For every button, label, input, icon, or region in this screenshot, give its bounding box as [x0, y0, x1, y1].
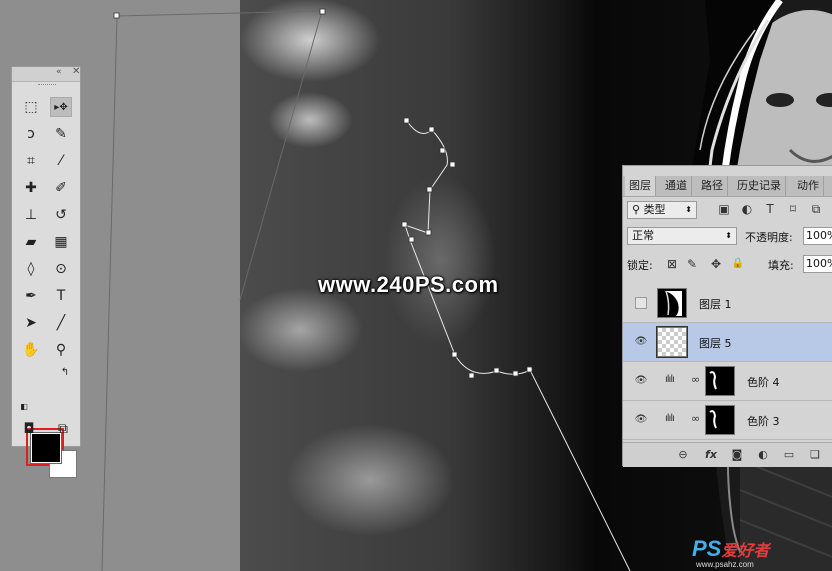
dropdown-arrow-icon: ⬍	[725, 231, 732, 240]
levels-adjustment-icon: ılılı	[665, 374, 675, 385]
blend-row: 正常 ⬍ 不透明度: 100%	[623, 224, 832, 250]
lock-all-icon[interactable]: 🔒	[731, 257, 745, 271]
quick-mask-icon[interactable]: ◘	[18, 419, 40, 439]
layer-mask-thumbnail[interactable]	[705, 405, 735, 435]
logo-cn: 爱好者	[721, 543, 770, 560]
visibility-off-box[interactable]	[635, 297, 647, 309]
pen-tool-icon[interactable]: ✒	[20, 286, 42, 306]
lock-label: 锁定:	[627, 259, 653, 272]
adjustment-filter-icon[interactable]: ◐	[740, 202, 754, 216]
hand-tool-icon[interactable]: ✋	[20, 340, 42, 360]
type-filter-icon[interactable]: T	[763, 202, 777, 216]
collapse-icon[interactable]: «	[56, 67, 62, 77]
levels-adjustment-icon: ılılı	[665, 413, 675, 424]
opacity-label: 不透明度:	[745, 231, 793, 244]
mask-link-icon[interactable]: ∞	[691, 373, 700, 386]
type-tool-icon[interactable]: T	[50, 286, 72, 306]
adjustment-layer-icon[interactable]: ◐	[755, 447, 771, 463]
fill-input[interactable]: 100%	[803, 255, 832, 273]
logo-ps: PS	[692, 536, 722, 561]
tab-paths[interactable]: 路径	[697, 176, 728, 196]
panel-grip[interactable]	[38, 84, 56, 87]
layer-name[interactable]: 色阶 3	[747, 413, 780, 429]
layers-bottom-bar: ⊖ fx ◙ ◐ ▭ ❏	[623, 442, 832, 467]
layer-name[interactable]: 色阶 4	[747, 374, 780, 390]
mask-link-icon[interactable]: ∞	[691, 412, 700, 425]
layer-mask-thumbnail[interactable]	[705, 366, 735, 396]
eyedropper-tool-icon[interactable]: ⁄	[50, 151, 72, 171]
panel-tabs: 图层 通道 路径 历史记录 动作	[623, 176, 832, 197]
tab-channels[interactable]: 通道	[661, 176, 692, 196]
dodge-tool-icon[interactable]: ⊙	[50, 259, 72, 279]
layer-name[interactable]: 图层 1	[699, 296, 732, 312]
filter-row: ⚲ 类型 ⬍ ▣ ◐ T ⌑ ⧉	[623, 198, 832, 224]
brush-tool-icon[interactable]: ✐	[50, 178, 72, 198]
smart-object-filter-icon[interactable]: ⧉	[809, 202, 823, 216]
shape-filter-icon[interactable]: ⌑	[786, 202, 800, 216]
image-filter-icon[interactable]: ▣	[717, 202, 731, 216]
filter-type-label: 类型	[643, 203, 666, 216]
tab-actions[interactable]: 动作	[793, 176, 824, 196]
tab-layers[interactable]: 图层	[625, 176, 656, 196]
lasso-tool-icon[interactable]: ↄ	[20, 124, 42, 144]
swap-colors-icon[interactable]: ↰	[54, 363, 76, 383]
new-layer-icon[interactable]: ❏	[807, 447, 823, 463]
add-mask-icon[interactable]: ◙	[729, 447, 745, 463]
new-group-icon[interactable]: ▭	[781, 447, 797, 463]
lock-transparent-icon[interactable]: ⊠	[665, 257, 679, 271]
lock-position-icon[interactable]: ✥	[709, 257, 723, 271]
ps-enthusiast-logo: PS爱好者 www.psahz.com	[692, 536, 770, 569]
layer-row[interactable]: 👁 ılılı ∞ 色阶 3	[623, 401, 832, 440]
screen-mode-icon[interactable]: ⧉	[52, 419, 74, 439]
layer-row[interactable]: 👁 ılılı ∞ 色阶 4	[623, 362, 832, 401]
tab-history[interactable]: 历史记录	[733, 176, 786, 196]
gradient-tool-icon[interactable]: ▦	[50, 232, 72, 252]
logo-url: www.psahz.com	[696, 560, 754, 569]
layer-row[interactable]: 图层 1	[623, 284, 832, 323]
crop-tool-icon[interactable]: ⌗	[20, 151, 42, 171]
path-selection-tool-icon[interactable]: ➤	[20, 313, 42, 333]
layer-thumbnail[interactable]	[657, 288, 687, 318]
layer-name[interactable]: 图层 5	[699, 335, 732, 351]
layer-style-icon[interactable]: fx	[703, 447, 719, 463]
lock-row: 锁定: ⊠ ✎ ✥ 🔒 填充: 100%	[623, 252, 832, 278]
dropdown-arrow-icon: ⬍	[685, 205, 692, 214]
layer-thumbnail[interactable]	[656, 326, 688, 358]
blend-mode-dropdown[interactable]: 正常 ⬍	[627, 227, 737, 245]
blend-mode-value: 正常	[632, 229, 654, 242]
line-tool-icon[interactable]: ╱	[50, 313, 72, 333]
tools-panel: « ✕ ⬚ ▸✥ ↄ ✎ ⌗ ⁄ ✚ ✐ ⊥ ↺ ▰ ▦ ◊ ⊙ ✒ T ➤ ╱ ✋ ⚲ ↰ ◧ ◘ ⧉	[11, 66, 81, 478]
eye-icon[interactable]: 👁	[633, 373, 649, 389]
filter-type-dropdown[interactable]: ⚲ 类型 ⬍	[627, 201, 697, 219]
clone-stamp-tool-icon[interactable]: ⊥	[20, 205, 42, 225]
layers-panel: 图层 通道 路径 历史记录 动作 ⚲ 类型 ⬍ ▣ ◐ T ⌑ ⧉ 正常 ⬍ 不…	[622, 165, 832, 467]
healing-brush-tool-icon[interactable]: ✚	[20, 178, 42, 198]
opacity-input[interactable]: 100%	[803, 227, 832, 245]
eye-icon[interactable]: 👁	[633, 334, 649, 350]
search-icon: ⚲	[632, 203, 641, 216]
fill-label: 填充:	[768, 259, 794, 272]
tools-panel-header[interactable]: « ✕	[12, 66, 80, 82]
eraser-tool-icon[interactable]: ▰	[20, 232, 42, 252]
zoom-tool-icon[interactable]: ⚲	[50, 340, 72, 360]
eye-icon[interactable]: 👁	[633, 412, 649, 428]
history-brush-tool-icon[interactable]: ↺	[50, 205, 72, 225]
quick-selection-tool-icon[interactable]: ✎	[50, 124, 72, 144]
move-tool-icon[interactable]: ▸✥	[50, 97, 72, 117]
marquee-tool-icon[interactable]: ⬚	[20, 97, 42, 117]
lock-pixels-icon[interactable]: ✎	[685, 257, 699, 271]
default-colors-icon[interactable]: ◧	[18, 397, 30, 417]
link-layers-icon[interactable]: ⊖	[675, 447, 691, 463]
site-watermark: www.240PS.com	[318, 272, 499, 297]
close-icon[interactable]: ✕	[72, 66, 80, 77]
blur-tool-icon[interactable]: ◊	[20, 259, 42, 279]
layer-row[interactable]: 👁 图层 5	[623, 323, 832, 362]
